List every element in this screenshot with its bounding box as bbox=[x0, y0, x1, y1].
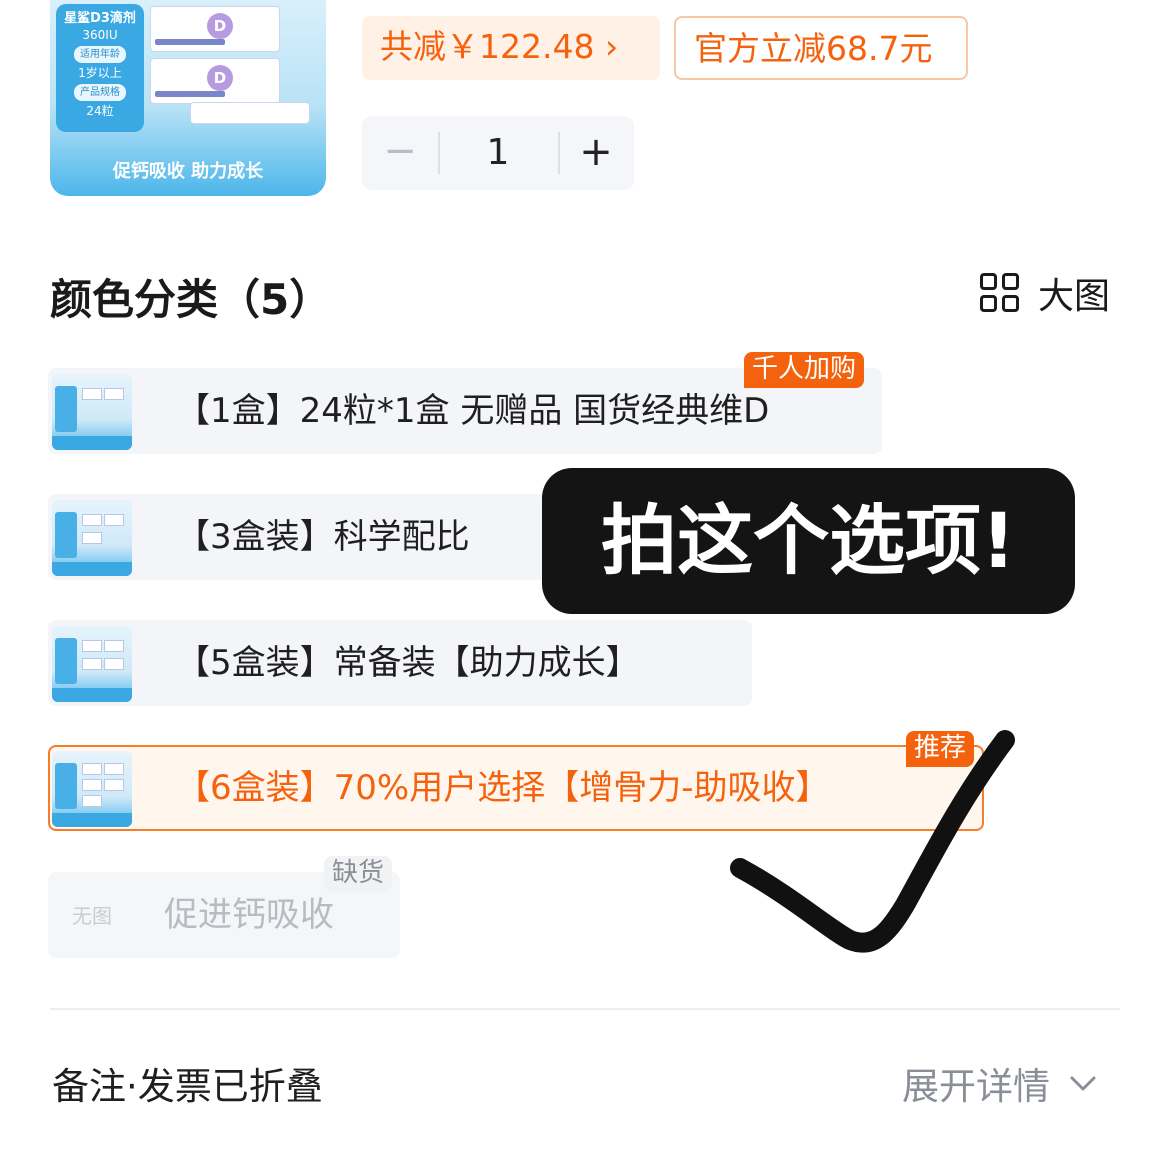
d3-logo-icon: D bbox=[207, 65, 233, 91]
product-thumbnail[interactable]: 星鲨D3滴剂 360IU 适用年龄 1岁以上 产品规格 24粒 D D 促钙吸收… bbox=[50, 0, 326, 196]
option-label: 促进钙吸收 bbox=[164, 895, 334, 935]
product-box: D bbox=[150, 58, 280, 104]
expand-details-label: 展开详情 bbox=[902, 1065, 1050, 1108]
option-6-box[interactable]: 【6盒装】70%用户选择【增骨力-助吸收】 bbox=[48, 745, 984, 831]
option-5-box[interactable]: 【5盒装】常备装【助力成长】 bbox=[48, 620, 752, 706]
option-thumbnail bbox=[52, 500, 132, 576]
option-label: 【6盒装】70%用户选择【增骨力-助吸收】 bbox=[176, 768, 830, 808]
thumb-brand: 星鲨D3滴剂 bbox=[64, 11, 136, 26]
thumb-info-card: 星鲨D3滴剂 360IU 适用年龄 1岁以上 产品规格 24粒 bbox=[56, 4, 144, 132]
d3-logo-icon: D bbox=[207, 13, 233, 39]
thumb-age-tag: 适用年龄 bbox=[74, 46, 126, 63]
product-box bbox=[190, 102, 310, 124]
quantity-input[interactable]: 1 bbox=[438, 116, 558, 190]
option-badge: 千人加购 bbox=[744, 352, 865, 388]
box-stripe bbox=[155, 39, 225, 45]
big-image-toggle[interactable]: 大图 bbox=[980, 270, 1111, 317]
remark-invoice-label: 备注·发票已折叠 bbox=[52, 1065, 323, 1108]
option-label: 【3盒装】科学配比 bbox=[176, 517, 470, 557]
option-3-box[interactable]: 【3盒装】科学配比 bbox=[48, 494, 558, 580]
thumb-count: 24粒 bbox=[86, 104, 114, 118]
thumb-age-value: 1岁以上 bbox=[78, 66, 122, 80]
option-thumbnail bbox=[52, 751, 132, 827]
grid-icon bbox=[980, 273, 1020, 313]
product-box: D bbox=[150, 6, 280, 52]
quantity-stepper: − 1 + bbox=[362, 116, 634, 190]
no-image-placeholder: 无图 bbox=[72, 904, 112, 928]
chevron-down-icon bbox=[1070, 1076, 1096, 1091]
divider bbox=[50, 1008, 1120, 1010]
out-of-stock-badge: 缺货 bbox=[324, 856, 393, 892]
thumb-slogan: 促钙吸收 助力成长 bbox=[112, 161, 264, 182]
thumb-product-boxes: D D bbox=[150, 6, 320, 126]
increase-button[interactable]: + bbox=[558, 116, 634, 190]
recommend-badge: 推荐 bbox=[906, 731, 975, 767]
section-title: 颜色分类（5） bbox=[50, 275, 332, 324]
option-thumbnail bbox=[52, 374, 132, 450]
thumb-spec-tag: 产品规格 bbox=[74, 84, 126, 101]
expand-details-button[interactable]: 展开详情 bbox=[902, 1056, 1098, 1110]
decrease-button[interactable]: − bbox=[362, 116, 438, 190]
box-stripe bbox=[155, 91, 225, 97]
annotation-note: 拍这个选项! bbox=[542, 468, 1075, 614]
big-image-label: 大图 bbox=[1038, 276, 1111, 317]
option-thumbnail bbox=[52, 626, 132, 702]
option-label: 【5盒装】常备装【助力成长】 bbox=[176, 643, 640, 683]
total-discount-button[interactable]: 共减￥122.48 › bbox=[362, 16, 660, 80]
thumb-spec: 360IU bbox=[82, 28, 118, 42]
option-label: 【1盒】24粒*1盒 无赠品 国货经典维D bbox=[176, 391, 770, 431]
official-discount-tag: 官方立减68.7元 bbox=[674, 16, 968, 80]
